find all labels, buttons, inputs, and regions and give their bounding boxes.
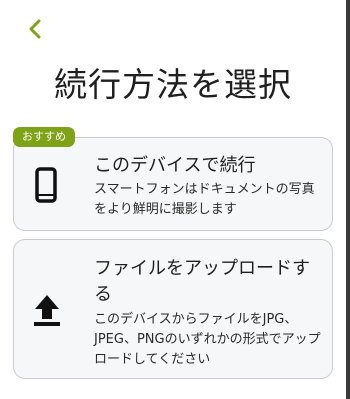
option-description: スマートフォンはドキュメントの写真をより鮮明に撮影します — [94, 182, 315, 217]
chevron-left-icon — [29, 19, 41, 39]
option-title: ファイルをアップロードする — [94, 258, 310, 305]
option-description: このデバイスからファイルをJPG、JPEG、PNGのいずれかの形式でアップロード… — [94, 312, 321, 367]
back-button[interactable] — [22, 16, 48, 42]
page-title: 続行方法を選択 — [54, 65, 292, 104]
continue-on-device-option[interactable]: このデバイスで続行 スマートフォンはドキュメントの写真をより鮮明に撮影します — [13, 137, 333, 231]
window-edge — [346, 0, 350, 399]
recommended-badge: おすすめ — [13, 127, 75, 147]
smartphone-icon — [32, 166, 60, 204]
upload-file-option[interactable]: ファイルをアップロードする このデバイスからファイルをJPG、JPEG、PNGの… — [13, 239, 333, 379]
option-title: このデバイスで続行 — [94, 155, 256, 176]
upload-icon — [30, 292, 64, 328]
